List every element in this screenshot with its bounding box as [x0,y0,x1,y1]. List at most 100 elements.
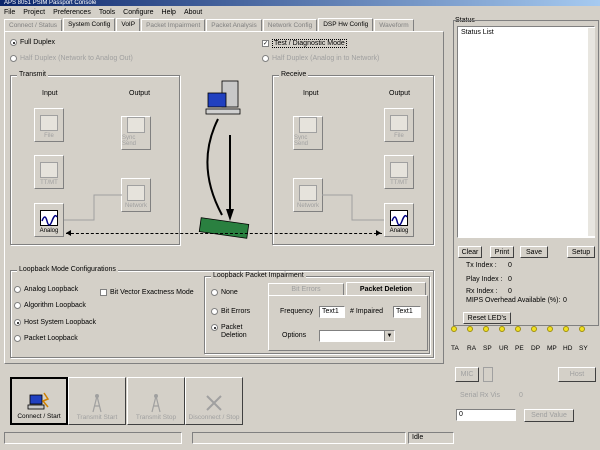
host-system-loopback-option[interactable]: Host System Loopback [14,319,96,326]
led-ta [451,326,457,332]
tab-connect-status[interactable]: Connect / Status [4,19,63,31]
send-value-button[interactable]: Send Value [524,409,574,422]
status-list[interactable]: Status List [457,26,595,238]
transmit-sync-send-label: Sync Send [122,135,137,147]
tab-waveform[interactable]: Waveform [374,19,414,31]
menu-project[interactable]: Project [23,9,45,16]
bit-vector-option[interactable]: Bit Vector Exactness Mode [100,289,194,296]
packet-loopback-radio[interactable] [14,335,21,342]
tone-generator-icon [390,162,408,178]
receive-analog-label: Analog [389,228,409,234]
receive-analog-button[interactable]: Analog [384,203,414,237]
led-sy [579,326,585,332]
status-scrollbar[interactable] [588,28,595,236]
transmit-connector-lines [64,194,122,221]
receive-ttmt-button[interactable]: TT/MT [384,155,414,189]
sync-send-icon [127,117,145,133]
play-index-value: 0 [508,276,512,283]
led-label-dp: DP [531,345,541,352]
impairment-packet-deletion-radio[interactable] [211,324,218,331]
transmit-analog-button[interactable]: Analog [34,203,64,237]
receive-file-button[interactable]: File [384,108,414,142]
packet-impairment-label: Loopback Packet Impairment [211,272,306,279]
save-button[interactable]: Save [520,246,548,258]
half-duplex-right-option[interactable]: Half Duplex (Analog in to Network) [262,55,379,62]
test-mode-checkbox[interactable] [262,40,269,47]
tab-packet-impairment[interactable]: Packet Impairment [141,19,206,31]
mips-label: MIPS Overhead Available (%): [466,297,561,304]
transmit-network-button[interactable]: Network [121,178,151,212]
half-duplex-right-radio[interactable] [262,55,269,62]
menu-configure[interactable]: Configure [123,9,153,16]
packet-loopback-option[interactable]: Packet Loopback [14,335,78,342]
transmit-sync-send-button[interactable]: Sync Send [121,116,151,150]
receive-sync-send-label: Sync Send [294,135,309,147]
options-select[interactable]: ▼ [319,330,395,342]
tab-network-config[interactable]: Network Config [262,19,318,31]
transmit-file-button[interactable]: File [34,108,64,142]
transmit-stop-button[interactable]: Transmit Stop [127,377,185,425]
transmit-ttmt-button[interactable]: TT/MT [34,155,64,189]
led-pe [515,326,521,332]
impairment-none-option[interactable]: None [211,289,238,296]
setup-button[interactable]: Setup [567,246,595,258]
transmit-file-label: File [44,133,54,139]
loopback-diagram [198,80,250,239]
receive-network-button[interactable]: Network [293,178,323,212]
test-mode-option[interactable]: Test / Diagnostic Mode [262,39,347,48]
tab-packet-analysis[interactable]: Packet Analysis [206,19,262,31]
mic-button[interactable]: MIC [455,367,479,382]
frequency-input[interactable]: Text1 [319,306,345,318]
tab-voip[interactable]: VoIP [116,18,141,31]
transmit-tower-icon [151,394,161,413]
led-ur [499,326,505,332]
tx-index-value: 0 [508,262,512,269]
disconnect-stop-button[interactable]: Disconnect / Stop [185,377,243,425]
print-button[interactable]: Print [490,246,514,258]
reset-leds-button[interactable]: Reset LED's [463,312,511,324]
menu-help[interactable]: Help [162,9,176,16]
file-icon [390,115,408,131]
host-button[interactable]: Host [558,367,596,382]
tab-system-config[interactable]: System Config [63,18,116,31]
statusbar-idle: Idle [408,432,454,444]
impairment-none-radio[interactable] [211,289,218,296]
menu-tools[interactable]: Tools [99,9,115,16]
impairment-bit-errors-option[interactable]: Bit Errors [211,308,250,315]
receive-label: Receive [279,71,309,78]
serial-input[interactable]: 0 [456,409,516,421]
analog-loopback-label: Analog Loopback [24,286,79,293]
network-icon [127,185,145,201]
tab-dsp-hw-config[interactable]: DSP Hw Config [318,18,374,31]
half-duplex-option[interactable]: Half Duplex (Network to Analog Out) [10,55,133,62]
connect-start-button[interactable]: Connect / Start [10,377,68,425]
full-duplex-option[interactable]: Full Duplex [10,39,55,46]
impairment-packet-deletion-option[interactable]: Packet Deletion [211,324,253,340]
analog-loopback-option[interactable]: Analog Loopback [14,286,78,293]
led-label-ra: RA [467,345,477,352]
analog-loopback-radio[interactable] [14,286,21,293]
tab-packet-deletion[interactable]: Packet Deletion [346,282,426,295]
receive-file-label: File [394,133,404,139]
menu-preferences[interactable]: Preferences [53,9,91,16]
half-duplex-radio[interactable] [10,55,17,62]
algorithm-loopback-option[interactable]: Algorithm Loopback [14,302,86,309]
led-dp [531,326,537,332]
network-icon [299,185,317,201]
algorithm-loopback-radio[interactable] [14,302,21,309]
chevron-down-icon[interactable]: ▼ [384,331,394,341]
mic-spinner[interactable] [483,367,493,382]
impairment-bit-errors-radio[interactable] [211,308,218,315]
receive-sync-send-button[interactable]: Sync Send [293,116,323,150]
host-system-loopback-radio[interactable] [14,319,21,326]
clear-button[interactable]: Clear [458,246,482,258]
transmit-network-label: Network [124,203,147,209]
impaired-input[interactable]: Text1 [393,306,421,318]
tab-bit-errors[interactable]: Bit Errors [268,283,344,295]
tab-bar: Connect / Status System Config VoIP Pack… [4,18,448,31]
transmit-start-button[interactable]: Transmit Start [68,377,126,425]
full-duplex-radio[interactable] [10,39,17,46]
menu-about[interactable]: About [184,9,202,16]
bit-vector-checkbox[interactable] [100,289,107,296]
menu-file[interactable]: File [4,9,15,16]
